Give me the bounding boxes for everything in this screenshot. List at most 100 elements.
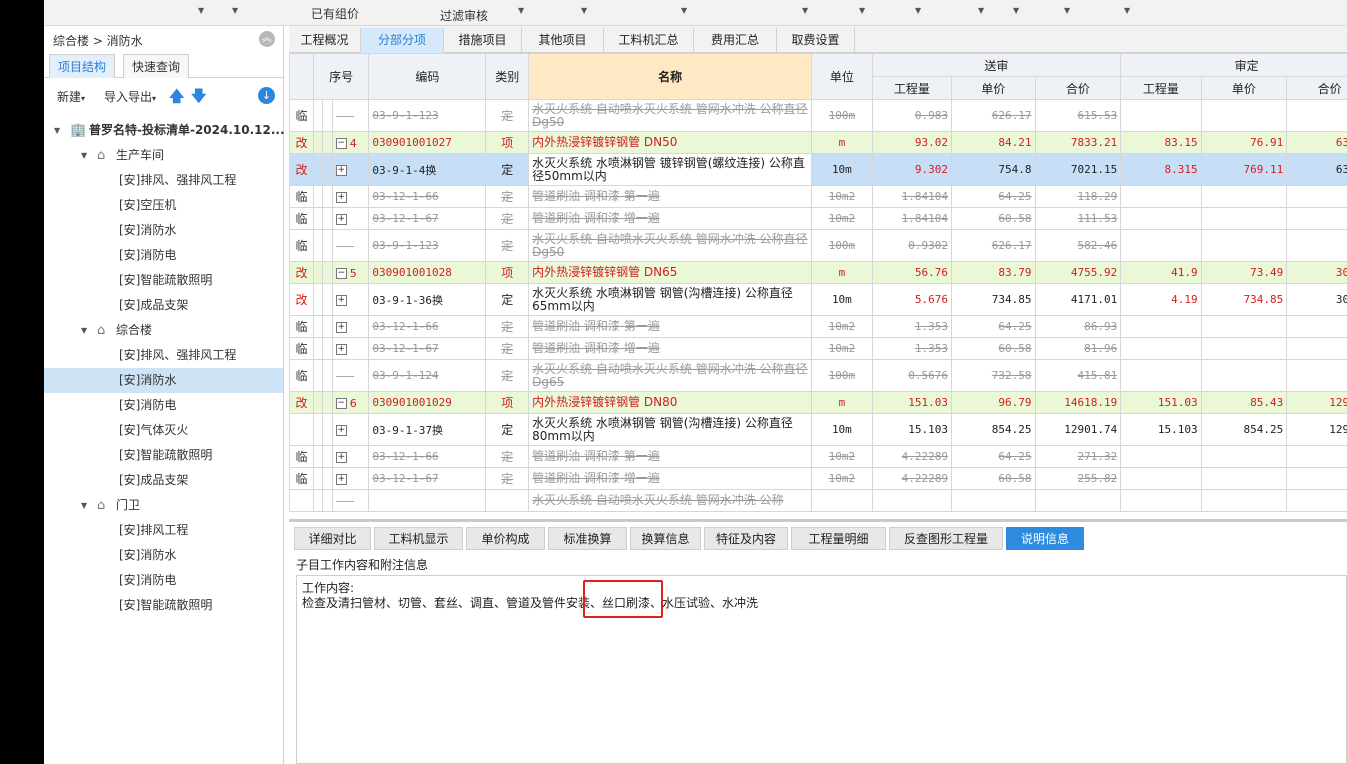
table-row[interactable]: +03-9-1-37换定水灭火系统 水喷淋钢管 钢管(沟槽连接) 公称直径80m…	[289, 413, 1347, 446]
type-cell[interactable]: 项	[485, 391, 530, 414]
type-cell[interactable]	[485, 489, 530, 512]
submitted-price-cell[interactable]: 732.58	[951, 359, 1036, 392]
tab-reverse-lookup[interactable]: 反查图形工程量	[889, 527, 1003, 550]
approved-qty-cell[interactable]: 83.15	[1120, 131, 1202, 154]
unit-cell[interactable]: 100m	[811, 229, 873, 262]
approved-price-cell[interactable]	[1200, 185, 1288, 208]
tree-guide-cell[interactable]	[322, 359, 333, 392]
tab-material-summary[interactable]: 工料机汇总	[604, 28, 694, 53]
tree-item[interactable]: [安]消防水	[44, 543, 283, 568]
name-cell[interactable]: 内外热浸锌镀锌钢管 DN65	[528, 261, 813, 284]
header-total-approved[interactable]: 合价	[1286, 76, 1347, 100]
submitted-total-cell[interactable]: 271.32	[1034, 445, 1122, 468]
filter-review-label[interactable]: 过滤审核	[440, 7, 488, 24]
table-row[interactable]: 改 +03-9-1-4换定水灭火系统 水喷淋钢管 镀锌钢管(螺纹连接) 公称直径5…	[289, 153, 1347, 186]
dropdown-arrow-icon[interactable]: ▼	[1013, 6, 1019, 15]
submitted-price-cell[interactable]: 64.25	[951, 445, 1036, 468]
type-cell[interactable]: 定	[485, 315, 530, 338]
dropdown-arrow-icon[interactable]: ▼	[198, 6, 204, 15]
table-row[interactable]: 临 +03-12-1-66 定管道刷油 调和漆 第一遍 10m2 4.22289 64.2…	[289, 445, 1347, 468]
approved-total-cell[interactable]	[1286, 467, 1347, 490]
tree-node-cell[interactable]: +	[331, 185, 370, 208]
code-cell[interactable]: 03-9-1-4换	[368, 153, 487, 186]
submitted-total-cell[interactable]: 4171.01	[1034, 283, 1122, 316]
expand-toggle-icon[interactable]: ▼	[81, 318, 87, 343]
move-down-icon[interactable]: 🡇	[191, 86, 206, 111]
submitted-total-cell[interactable]: 118.29	[1034, 185, 1122, 208]
tree-item[interactable]: [安]智能疏散照明	[44, 593, 283, 618]
submitted-price-cell[interactable]: 96.79	[951, 391, 1036, 414]
expand-icon[interactable]: +	[335, 191, 347, 203]
table-row[interactable]: 临 +03-12-1-66 定管道刷油 调和漆 第一遍 10m2 1.84104 64.2…	[289, 185, 1347, 208]
unit-cell[interactable]	[811, 489, 873, 512]
new-button[interactable]: 新建▾	[57, 88, 85, 105]
tree-node-cell[interactable]: −4	[331, 131, 370, 154]
code-cell[interactable]: 03-9-1-37换	[368, 413, 487, 446]
row-flag-cell[interactable]	[289, 413, 315, 446]
table-row[interactable]: 改 −4 030901001027 项内外热浸锌镀锌钢管 DN50 m 93.02 84.2…	[289, 131, 1347, 154]
approved-qty-cell[interactable]	[1120, 207, 1202, 230]
collapse-up-icon[interactable]: ︽	[259, 31, 275, 47]
submitted-qty-cell[interactable]: 4.22289	[871, 445, 953, 468]
unit-cell[interactable]: m	[811, 261, 873, 284]
unit-cell[interactable]: 10m2	[811, 467, 873, 490]
code-cell[interactable]: 03-12-1-66	[368, 315, 487, 338]
tree-guide-cell[interactable]	[322, 207, 333, 230]
tree-guide-cell[interactable]	[312, 99, 324, 132]
tab-cost-summary[interactable]: 费用汇总	[694, 28, 777, 53]
collapse-icon[interactable]: −	[335, 397, 347, 409]
submitted-total-cell[interactable]: 4755.92	[1034, 261, 1122, 284]
tree-item[interactable]: [安]智能疏散照明	[44, 443, 283, 468]
dropdown-arrow-icon[interactable]: ▼	[581, 6, 587, 15]
type-cell[interactable]: 项	[485, 261, 530, 284]
tree-guide-cell[interactable]	[322, 153, 333, 186]
tree-item[interactable]: [安]消防电	[44, 393, 283, 418]
submitted-total-cell[interactable]: 14618.19	[1034, 391, 1122, 414]
name-cell[interactable]: 内外热浸锌镀锌钢管 DN80	[528, 391, 813, 414]
row-flag-cell[interactable]: 临	[289, 467, 315, 490]
collapse-icon[interactable]: −	[335, 137, 347, 149]
type-cell[interactable]: 定	[485, 413, 530, 446]
submitted-qty-cell[interactable]: 5.676	[871, 283, 953, 316]
type-cell[interactable]: 定	[485, 359, 530, 392]
approved-qty-cell[interactable]	[1120, 185, 1202, 208]
tree-node-cell[interactable]: +	[331, 445, 370, 468]
row-flag-cell[interactable]: 改	[289, 283, 315, 316]
tree-guide-cell[interactable]	[312, 229, 324, 262]
move-up-icon[interactable]: 🡅	[169, 86, 184, 111]
unit-cell[interactable]: 10m2	[811, 337, 873, 360]
submitted-qty-cell[interactable]: 15.103	[871, 413, 953, 446]
code-cell[interactable]: 03-9-1-124	[368, 359, 487, 392]
type-cell[interactable]: 定	[485, 229, 530, 262]
approved-price-cell[interactable]	[1200, 99, 1288, 132]
submitted-price-cell[interactable]: 626.17	[951, 229, 1036, 262]
code-cell[interactable]: 03-12-1-66	[368, 185, 487, 208]
tree-guide-cell[interactable]	[322, 261, 333, 284]
approved-total-cell[interactable]: 3079.	[1286, 261, 1347, 284]
submitted-qty-cell[interactable]: 9.302	[871, 153, 953, 186]
approved-total-cell[interactable]	[1286, 99, 1347, 132]
row-flag-cell[interactable]: 临	[289, 99, 315, 132]
type-cell[interactable]: 定	[485, 185, 530, 208]
tree-guide-cell[interactable]	[312, 261, 324, 284]
header-seq[interactable]: 序号	[313, 53, 370, 100]
expand-icon[interactable]: +	[335, 343, 347, 355]
header-name[interactable]: 名称	[528, 53, 813, 100]
approved-total-cell[interactable]	[1286, 359, 1347, 392]
submitted-total-cell[interactable]: 615.53	[1034, 99, 1122, 132]
submitted-qty-cell[interactable]: 0.9302	[871, 229, 953, 262]
tree-guide-cell[interactable]	[312, 131, 324, 154]
table-row[interactable]: 临 +03-12-1-67 定管道刷油 调和漆 增一遍 10m2 1.353 60.58 8…	[289, 337, 1347, 360]
approved-price-cell[interactable]: 73.49	[1200, 261, 1288, 284]
approved-total-cell[interactable]: 3079.	[1286, 283, 1347, 316]
submitted-qty-cell[interactable]: 1.84104	[871, 185, 953, 208]
approved-price-cell[interactable]: 734.85	[1200, 283, 1288, 316]
tab-description-info[interactable]: 说明信息	[1006, 527, 1084, 550]
unit-cell[interactable]: 100m	[811, 359, 873, 392]
submitted-qty-cell[interactable]: 0.5676	[871, 359, 953, 392]
submitted-qty-cell[interactable]: 151.03	[871, 391, 953, 414]
submitted-total-cell[interactable]: 7021.15	[1034, 153, 1122, 186]
tree-guide-cell[interactable]	[322, 489, 333, 512]
tree-node-cell[interactable]: −5	[331, 261, 370, 284]
submitted-total-cell[interactable]: 81.96	[1034, 337, 1122, 360]
